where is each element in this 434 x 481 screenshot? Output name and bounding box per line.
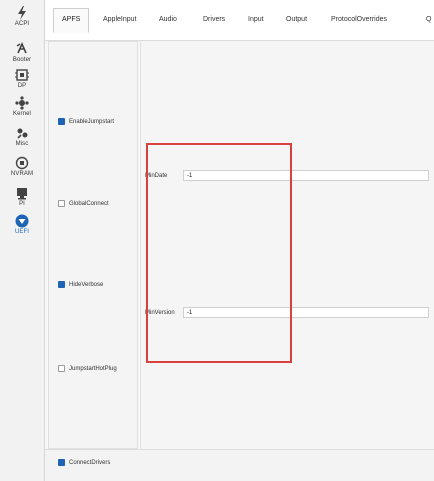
min-date-label: MinDate (145, 172, 168, 179)
tab-more[interactable]: Q (426, 9, 431, 31)
checkbox-checked[interactable] (58, 281, 65, 288)
min-version-input[interactable]: -1 (183, 307, 429, 318)
global-connect-checkbox[interactable]: GlobalConnect (58, 200, 109, 207)
tab-protocoloverrides[interactable]: ProtocolOverrides (331, 9, 387, 31)
tab-output[interactable]: Output (286, 9, 307, 31)
boot-icon (14, 42, 30, 56)
tab-drivers[interactable]: Drivers (203, 9, 225, 31)
misc-icon (14, 126, 30, 140)
sidebar-item-label: UEFI (14, 229, 30, 235)
checkbox-label: JumpstartHotPlug (69, 365, 117, 372)
tab-appleinput[interactable]: AppleInput (103, 9, 136, 31)
checkbox-panel (48, 41, 138, 449)
sidebar-item-kernel[interactable]: Kernel (0, 96, 44, 123)
min-date-input[interactable]: -1 (183, 170, 429, 181)
checkbox-checked[interactable] (58, 118, 65, 125)
hide-verbose-checkbox[interactable]: HideVerbose (58, 281, 103, 288)
tab-input[interactable]: Input (248, 9, 264, 31)
device-properties-icon (14, 68, 30, 82)
platform-info-icon (14, 186, 30, 200)
sidebar-item-label: NVRAM (10, 171, 34, 177)
tab-bar: APFS AppleInput Audio Drivers Input Outp… (45, 0, 434, 41)
sidebar-item-misc[interactable]: Misc (0, 126, 44, 153)
min-version-row: MinVersion -1 (145, 307, 429, 318)
app-window: ACPI Booter DP Kernel Misc NVRAM PI UEFI… (0, 0, 434, 481)
lightning-icon (14, 6, 30, 20)
checkbox-label: GlobalConnect (69, 200, 109, 207)
kernel-icon (14, 96, 30, 110)
sidebar-item-uefi[interactable]: UEFI (0, 214, 44, 241)
checkbox-unchecked[interactable] (58, 200, 65, 207)
jumpstart-hotplug-checkbox[interactable]: JumpstartHotPlug (58, 365, 117, 372)
checkbox-checked[interactable] (58, 459, 65, 466)
tab-audio[interactable]: Audio (159, 9, 177, 31)
sidebar: ACPI Booter DP Kernel Misc NVRAM PI UEFI (0, 0, 45, 481)
uefi-icon (14, 214, 30, 228)
checkbox-unchecked[interactable] (58, 365, 65, 372)
min-date-row: MinDate -1 (145, 170, 429, 181)
checkbox-label: HideVerbose (69, 281, 104, 288)
sidebar-item-nvram[interactable]: NVRAM (0, 156, 44, 183)
sidebar-item-dp[interactable]: DP (0, 68, 44, 95)
enable-jumpstart-checkbox[interactable]: EnableJumpstart (58, 118, 114, 125)
checkbox-label: EnableJumpstart (69, 118, 115, 125)
sidebar-item-label: DP (17, 83, 27, 89)
sidebar-item-label: PI (19, 201, 25, 207)
checkbox-label: ConnectDrivers (69, 459, 111, 466)
sidebar-item-pi[interactable]: PI (0, 186, 44, 213)
sidebar-item-label: Misc (15, 141, 29, 147)
sidebar-item-label: Kernel (13, 111, 31, 117)
tab-apfs[interactable]: APFS (53, 8, 90, 33)
nvram-icon (14, 156, 30, 170)
min-version-label: MinVersion (145, 309, 175, 316)
sidebar-item-label: ACPI (14, 21, 30, 27)
sidebar-item-booter[interactable]: Booter (0, 42, 44, 69)
field-panel (140, 41, 434, 449)
sidebar-item-label: Booter (12, 57, 32, 63)
sidebar-item-acpi[interactable]: ACPI (0, 6, 44, 33)
connect-drivers-checkbox[interactable]: ConnectDrivers (58, 459, 110, 466)
